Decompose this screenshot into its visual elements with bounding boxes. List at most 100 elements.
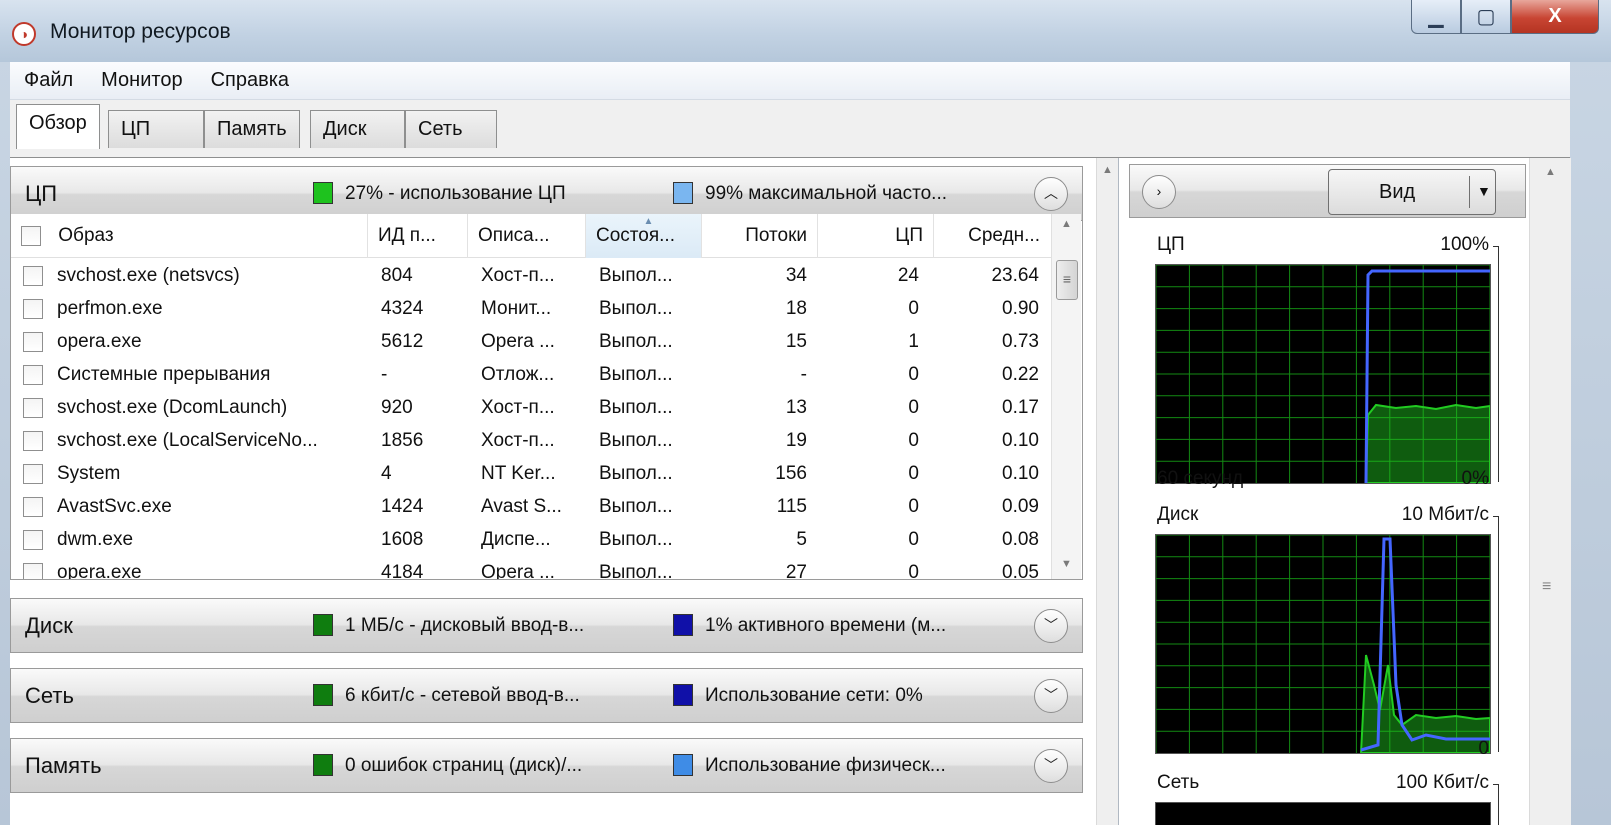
column-threads[interactable]: Потоки [702, 214, 818, 258]
menu-monitor[interactable]: Монитор [87, 69, 196, 92]
expand-network-chevron-down-icon[interactable]: ﹀ [1034, 679, 1068, 713]
overview-scrollbar[interactable]: ▲ [1096, 158, 1118, 825]
row-checkbox[interactable] [23, 265, 43, 286]
select-all-checkbox[interactable] [21, 225, 41, 246]
table-row[interactable]: opera.exe 4184 Opera ... Выпол... 27 0 0.05 [11, 556, 1051, 579]
title-bar[interactable]: ◑ Монитор ресурсов ▁ ▢ X [0, 0, 1611, 62]
process-description: NT Ker... [481, 463, 556, 484]
process-pid: 1856 [381, 430, 424, 451]
process-image: Системные прерывания [23, 358, 363, 391]
close-button[interactable]: X [1511, 0, 1599, 34]
process-table-scrollbar[interactable]: ▲ ≡ ▼ [1051, 214, 1081, 579]
memory-faults-legend-swatch [313, 754, 333, 776]
row-checkbox[interactable] [23, 496, 43, 517]
network-section-header[interactable]: Сеть 6 кбит/с - сетевой ввод-в... Исполь… [10, 668, 1083, 723]
dropdown-arrow-icon[interactable]: ▼ [1477, 183, 1491, 199]
column-image[interactable]: Образ [11, 214, 368, 258]
row-checkbox[interactable] [23, 364, 43, 385]
menu-bar: Файл Монитор Справка [10, 62, 1570, 100]
cpu-section-header[interactable]: ЦП 27% - использование ЦП 99% максимальн… [10, 166, 1083, 221]
collapse-cpu-chevron-up-icon[interactable]: ︿ [1034, 177, 1068, 211]
process-description: Avast S... [481, 496, 562, 517]
table-row[interactable]: System 4 NT Ker... Выпол... 156 0 0.10 [11, 457, 1051, 490]
scroll-down-arrow-icon[interactable]: ▼ [1061, 558, 1072, 570]
table-row[interactable]: AvastSvc.exe 1424 Avast S... Выпол... 115 0 0.… [11, 490, 1051, 523]
menu-help[interactable]: Справка [197, 69, 303, 92]
process-pid: 804 [381, 265, 413, 286]
process-image: svchost.exe (LocalServiceNo... [23, 424, 363, 457]
disk-section-header[interactable]: Диск 1 МБ/с - дисковый ввод-в... 1% акти… [10, 598, 1083, 653]
process-cpu: 24 [897, 265, 919, 286]
view-dropdown-button[interactable]: Вид ▼ [1328, 169, 1496, 215]
graphs-scrollbar[interactable]: ▲ ≡ [1529, 158, 1571, 825]
process-status: Выпол... [599, 397, 673, 418]
network-section-title: Сеть [25, 683, 74, 708]
row-checkbox[interactable] [23, 298, 43, 319]
process-pid: 1608 [381, 529, 424, 550]
memory-section-title: Память [25, 753, 102, 778]
tab-memory[interactable]: Память [204, 110, 300, 148]
process-cpu: 0 [908, 496, 919, 517]
column-description[interactable]: Описа... [468, 214, 586, 258]
column-cpu[interactable]: ЦП [818, 214, 934, 258]
scroll-up-arrow-icon[interactable]: ▲ [1061, 218, 1072, 230]
resource-monitor-app-icon: ◑ [12, 22, 36, 46]
memory-physical-stat: Использование физическ... [705, 755, 946, 776]
table-row[interactable]: svchost.exe (LocalServiceNo... 1856 Хост-п… [11, 424, 1051, 457]
column-status[interactable]: ▲ Состоя... [586, 214, 702, 258]
graphs-scroll-grip-icon[interactable]: ≡ [1542, 578, 1551, 596]
process-description: Opera ... [481, 331, 555, 352]
table-row[interactable]: Системные прерывания - Отлож... Выпол... - 0 0… [11, 358, 1051, 391]
graphs-toolbar: › Вид ▼ [1129, 164, 1526, 218]
table-row[interactable]: opera.exe 5612 Opera ... Выпол... 15 1 0.73 [11, 325, 1051, 358]
disk-graph-title: Диск [1157, 504, 1199, 525]
expand-memory-chevron-down-icon[interactable]: ﹀ [1034, 749, 1068, 783]
disk-graph [1155, 534, 1491, 754]
process-pid: 4324 [381, 298, 424, 319]
collapse-graphs-chevron-right-icon[interactable]: › [1142, 175, 1176, 209]
process-description: Хост-п... [481, 397, 555, 418]
network-graph-title: Сеть [1157, 772, 1200, 793]
column-pid[interactable]: ИД п... [368, 214, 468, 258]
process-pid: 1424 [381, 496, 424, 517]
column-average-cpu[interactable]: Средн... [934, 214, 1050, 258]
table-row[interactable]: perfmon.exe 4324 Монит... Выпол... 18 0 0.90 [11, 292, 1051, 325]
cpu-graph-scale-bracket [1493, 246, 1499, 482]
maximize-button[interactable]: ▢ [1461, 0, 1511, 34]
process-average-cpu: 0.09 [1002, 496, 1039, 517]
overview-scroll-up-arrow-icon[interactable]: ▲ [1102, 164, 1113, 176]
process-threads: 5 [796, 529, 807, 550]
cpu-graph [1155, 264, 1491, 484]
process-table-scroll-thumb[interactable]: ≡ [1056, 260, 1078, 300]
row-checkbox[interactable] [23, 529, 43, 550]
tab-network[interactable]: Сеть [405, 110, 497, 148]
menu-file[interactable]: Файл [10, 69, 87, 92]
process-average-cpu: 23.64 [991, 265, 1039, 286]
process-cpu: 0 [908, 298, 919, 319]
tab-cpu[interactable]: ЦП [108, 110, 204, 148]
process-pid: - [381, 364, 388, 385]
tab-strip: Обзор ЦП Память Диск Сеть [10, 100, 1570, 158]
tab-disk[interactable]: Диск [310, 110, 405, 148]
minimize-button[interactable]: ▁ [1411, 0, 1461, 34]
memory-section-header[interactable]: Память 0 ошибок страниц (диск)/... Испол… [10, 738, 1083, 793]
graphs-scroll-up-arrow-icon[interactable]: ▲ [1545, 166, 1556, 178]
process-image-label: perfmon.exe [57, 298, 163, 319]
process-table-header: Образ ИД п... Описа... ▲ Состоя... Поток… [11, 214, 1051, 258]
row-checkbox[interactable] [23, 430, 43, 451]
row-checkbox[interactable] [23, 331, 43, 352]
process-image: dwm.exe [23, 523, 363, 556]
table-row[interactable]: svchost.exe (DcomLaunch) 920 Хост-п... Выпо… [11, 391, 1051, 424]
cpu-frequency-stat: 99% максимальной часто... [705, 183, 947, 204]
disk-graph-max: 10 Мбит/с [1401, 504, 1489, 525]
expand-disk-chevron-down-icon[interactable]: ﹀ [1034, 609, 1068, 643]
row-checkbox[interactable] [23, 397, 43, 418]
tab-overview[interactable]: Обзор [16, 104, 100, 149]
table-row[interactable]: svchost.exe (netsvcs) 804 Хост-п... Выпол..… [11, 259, 1051, 292]
row-checkbox[interactable] [23, 463, 43, 484]
row-checkbox[interactable] [23, 562, 43, 579]
process-threads: 13 [785, 397, 807, 418]
table-row[interactable]: dwm.exe 1608 Диспе... Выпол... 5 0 0.08 [11, 523, 1051, 556]
process-average-cpu: 0.08 [1002, 529, 1039, 550]
resource-monitor-window: ◑ Монитор ресурсов ▁ ▢ X Файл Монитор Сп… [0, 0, 1611, 825]
